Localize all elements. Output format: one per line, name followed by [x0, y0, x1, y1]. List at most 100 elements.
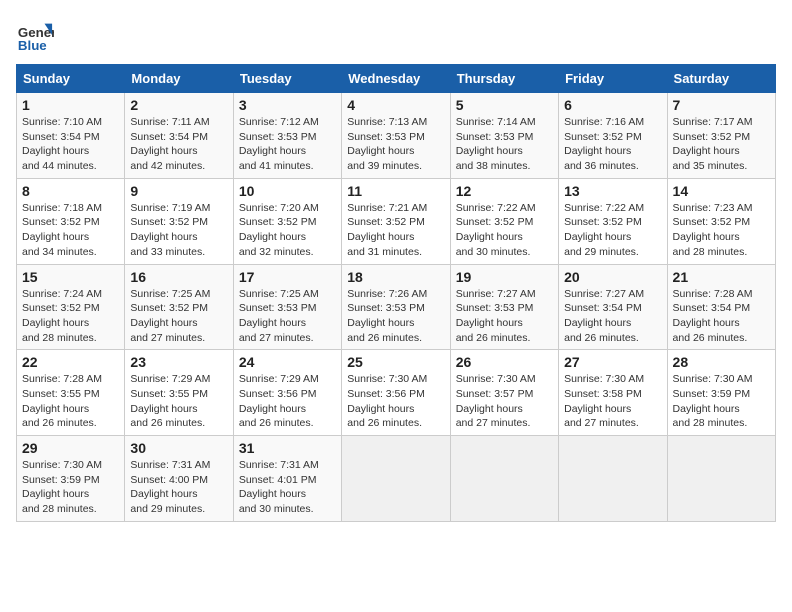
day-number: 26 — [456, 354, 553, 370]
calendar-cell — [667, 436, 775, 522]
day-detail: Sunrise: 7:10 AM Sunset: 3:54 PM Dayligh… — [22, 115, 119, 174]
day-detail: Sunrise: 7:27 AM Sunset: 3:54 PM Dayligh… — [564, 287, 661, 346]
day-number: 23 — [130, 354, 227, 370]
calendar-cell: 16 Sunrise: 7:25 AM Sunset: 3:52 PM Dayl… — [125, 264, 233, 350]
calendar-cell: 1 Sunrise: 7:10 AM Sunset: 3:54 PM Dayli… — [17, 93, 125, 179]
day-number: 7 — [673, 97, 770, 113]
calendar-cell: 10 Sunrise: 7:20 AM Sunset: 3:52 PM Dayl… — [233, 178, 341, 264]
day-number: 12 — [456, 183, 553, 199]
day-detail: Sunrise: 7:30 AM Sunset: 3:59 PM Dayligh… — [22, 458, 119, 517]
calendar-cell: 23 Sunrise: 7:29 AM Sunset: 3:55 PM Dayl… — [125, 350, 233, 436]
day-number: 5 — [456, 97, 553, 113]
day-number: 3 — [239, 97, 336, 113]
day-detail: Sunrise: 7:30 AM Sunset: 3:59 PM Dayligh… — [673, 372, 770, 431]
day-number: 11 — [347, 183, 444, 199]
day-number: 25 — [347, 354, 444, 370]
day-number: 15 — [22, 269, 119, 285]
day-detail: Sunrise: 7:21 AM Sunset: 3:52 PM Dayligh… — [347, 201, 444, 260]
calendar-cell: 27 Sunrise: 7:30 AM Sunset: 3:58 PM Dayl… — [559, 350, 667, 436]
calendar-cell: 15 Sunrise: 7:24 AM Sunset: 3:52 PM Dayl… — [17, 264, 125, 350]
day-detail: Sunrise: 7:31 AM Sunset: 4:01 PM Dayligh… — [239, 458, 336, 517]
day-number: 17 — [239, 269, 336, 285]
calendar-cell: 14 Sunrise: 7:23 AM Sunset: 3:52 PM Dayl… — [667, 178, 775, 264]
day-detail: Sunrise: 7:25 AM Sunset: 3:52 PM Dayligh… — [130, 287, 227, 346]
day-detail: Sunrise: 7:30 AM Sunset: 3:58 PM Dayligh… — [564, 372, 661, 431]
calendar-cell: 22 Sunrise: 7:28 AM Sunset: 3:55 PM Dayl… — [17, 350, 125, 436]
calendar-week-4: 22 Sunrise: 7:28 AM Sunset: 3:55 PM Dayl… — [17, 350, 776, 436]
day-number: 16 — [130, 269, 227, 285]
col-header-monday: Monday — [125, 65, 233, 93]
day-detail: Sunrise: 7:28 AM Sunset: 3:54 PM Dayligh… — [673, 287, 770, 346]
day-detail: Sunrise: 7:24 AM Sunset: 3:52 PM Dayligh… — [22, 287, 119, 346]
day-number: 13 — [564, 183, 661, 199]
calendar-cell: 19 Sunrise: 7:27 AM Sunset: 3:53 PM Dayl… — [450, 264, 558, 350]
day-detail: Sunrise: 7:18 AM Sunset: 3:52 PM Dayligh… — [22, 201, 119, 260]
day-detail: Sunrise: 7:30 AM Sunset: 3:57 PM Dayligh… — [456, 372, 553, 431]
day-number: 31 — [239, 440, 336, 456]
day-number: 29 — [22, 440, 119, 456]
calendar-cell: 9 Sunrise: 7:19 AM Sunset: 3:52 PM Dayli… — [125, 178, 233, 264]
day-number: 1 — [22, 97, 119, 113]
calendar-week-2: 8 Sunrise: 7:18 AM Sunset: 3:52 PM Dayli… — [17, 178, 776, 264]
col-header-saturday: Saturday — [667, 65, 775, 93]
day-detail: Sunrise: 7:20 AM Sunset: 3:52 PM Dayligh… — [239, 201, 336, 260]
calendar-cell: 31 Sunrise: 7:31 AM Sunset: 4:01 PM Dayl… — [233, 436, 341, 522]
day-number: 4 — [347, 97, 444, 113]
calendar-cell — [342, 436, 450, 522]
day-detail: Sunrise: 7:22 AM Sunset: 3:52 PM Dayligh… — [564, 201, 661, 260]
calendar-week-3: 15 Sunrise: 7:24 AM Sunset: 3:52 PM Dayl… — [17, 264, 776, 350]
day-detail: Sunrise: 7:27 AM Sunset: 3:53 PM Dayligh… — [456, 287, 553, 346]
day-number: 9 — [130, 183, 227, 199]
calendar-cell: 18 Sunrise: 7:26 AM Sunset: 3:53 PM Dayl… — [342, 264, 450, 350]
calendar-cell: 20 Sunrise: 7:27 AM Sunset: 3:54 PM Dayl… — [559, 264, 667, 350]
calendar-cell: 21 Sunrise: 7:28 AM Sunset: 3:54 PM Dayl… — [667, 264, 775, 350]
col-header-friday: Friday — [559, 65, 667, 93]
day-detail: Sunrise: 7:25 AM Sunset: 3:53 PM Dayligh… — [239, 287, 336, 346]
day-number: 22 — [22, 354, 119, 370]
day-detail: Sunrise: 7:28 AM Sunset: 3:55 PM Dayligh… — [22, 372, 119, 431]
day-detail: Sunrise: 7:13 AM Sunset: 3:53 PM Dayligh… — [347, 115, 444, 174]
day-number: 18 — [347, 269, 444, 285]
day-number: 14 — [673, 183, 770, 199]
day-number: 24 — [239, 354, 336, 370]
calendar-cell: 29 Sunrise: 7:30 AM Sunset: 3:59 PM Dayl… — [17, 436, 125, 522]
calendar-cell: 7 Sunrise: 7:17 AM Sunset: 3:52 PM Dayli… — [667, 93, 775, 179]
day-detail: Sunrise: 7:29 AM Sunset: 3:56 PM Dayligh… — [239, 372, 336, 431]
day-detail: Sunrise: 7:11 AM Sunset: 3:54 PM Dayligh… — [130, 115, 227, 174]
calendar-cell — [559, 436, 667, 522]
logo: General Blue — [16, 16, 58, 54]
calendar-week-1: 1 Sunrise: 7:10 AM Sunset: 3:54 PM Dayli… — [17, 93, 776, 179]
col-header-tuesday: Tuesday — [233, 65, 341, 93]
col-header-wednesday: Wednesday — [342, 65, 450, 93]
day-number: 2 — [130, 97, 227, 113]
calendar-table: SundayMondayTuesdayWednesdayThursdayFrid… — [16, 64, 776, 522]
day-detail: Sunrise: 7:30 AM Sunset: 3:56 PM Dayligh… — [347, 372, 444, 431]
calendar-cell: 2 Sunrise: 7:11 AM Sunset: 3:54 PM Dayli… — [125, 93, 233, 179]
calendar-cell: 28 Sunrise: 7:30 AM Sunset: 3:59 PM Dayl… — [667, 350, 775, 436]
day-detail: Sunrise: 7:16 AM Sunset: 3:52 PM Dayligh… — [564, 115, 661, 174]
calendar-cell: 12 Sunrise: 7:22 AM Sunset: 3:52 PM Dayl… — [450, 178, 558, 264]
calendar-cell: 13 Sunrise: 7:22 AM Sunset: 3:52 PM Dayl… — [559, 178, 667, 264]
day-number: 28 — [673, 354, 770, 370]
calendar-cell: 6 Sunrise: 7:16 AM Sunset: 3:52 PM Dayli… — [559, 93, 667, 179]
page-header: General Blue — [16, 16, 776, 54]
calendar-cell: 26 Sunrise: 7:30 AM Sunset: 3:57 PM Dayl… — [450, 350, 558, 436]
day-detail: Sunrise: 7:19 AM Sunset: 3:52 PM Dayligh… — [130, 201, 227, 260]
calendar-cell: 8 Sunrise: 7:18 AM Sunset: 3:52 PM Dayli… — [17, 178, 125, 264]
day-number: 27 — [564, 354, 661, 370]
calendar-cell: 11 Sunrise: 7:21 AM Sunset: 3:52 PM Dayl… — [342, 178, 450, 264]
calendar-cell: 17 Sunrise: 7:25 AM Sunset: 3:53 PM Dayl… — [233, 264, 341, 350]
col-header-thursday: Thursday — [450, 65, 558, 93]
calendar-cell: 3 Sunrise: 7:12 AM Sunset: 3:53 PM Dayli… — [233, 93, 341, 179]
day-detail: Sunrise: 7:17 AM Sunset: 3:52 PM Dayligh… — [673, 115, 770, 174]
col-header-sunday: Sunday — [17, 65, 125, 93]
day-detail: Sunrise: 7:29 AM Sunset: 3:55 PM Dayligh… — [130, 372, 227, 431]
day-detail: Sunrise: 7:22 AM Sunset: 3:52 PM Dayligh… — [456, 201, 553, 260]
calendar-cell: 24 Sunrise: 7:29 AM Sunset: 3:56 PM Dayl… — [233, 350, 341, 436]
day-detail: Sunrise: 7:14 AM Sunset: 3:53 PM Dayligh… — [456, 115, 553, 174]
day-number: 21 — [673, 269, 770, 285]
day-number: 8 — [22, 183, 119, 199]
day-number: 20 — [564, 269, 661, 285]
calendar-cell: 30 Sunrise: 7:31 AM Sunset: 4:00 PM Dayl… — [125, 436, 233, 522]
day-detail: Sunrise: 7:23 AM Sunset: 3:52 PM Dayligh… — [673, 201, 770, 260]
